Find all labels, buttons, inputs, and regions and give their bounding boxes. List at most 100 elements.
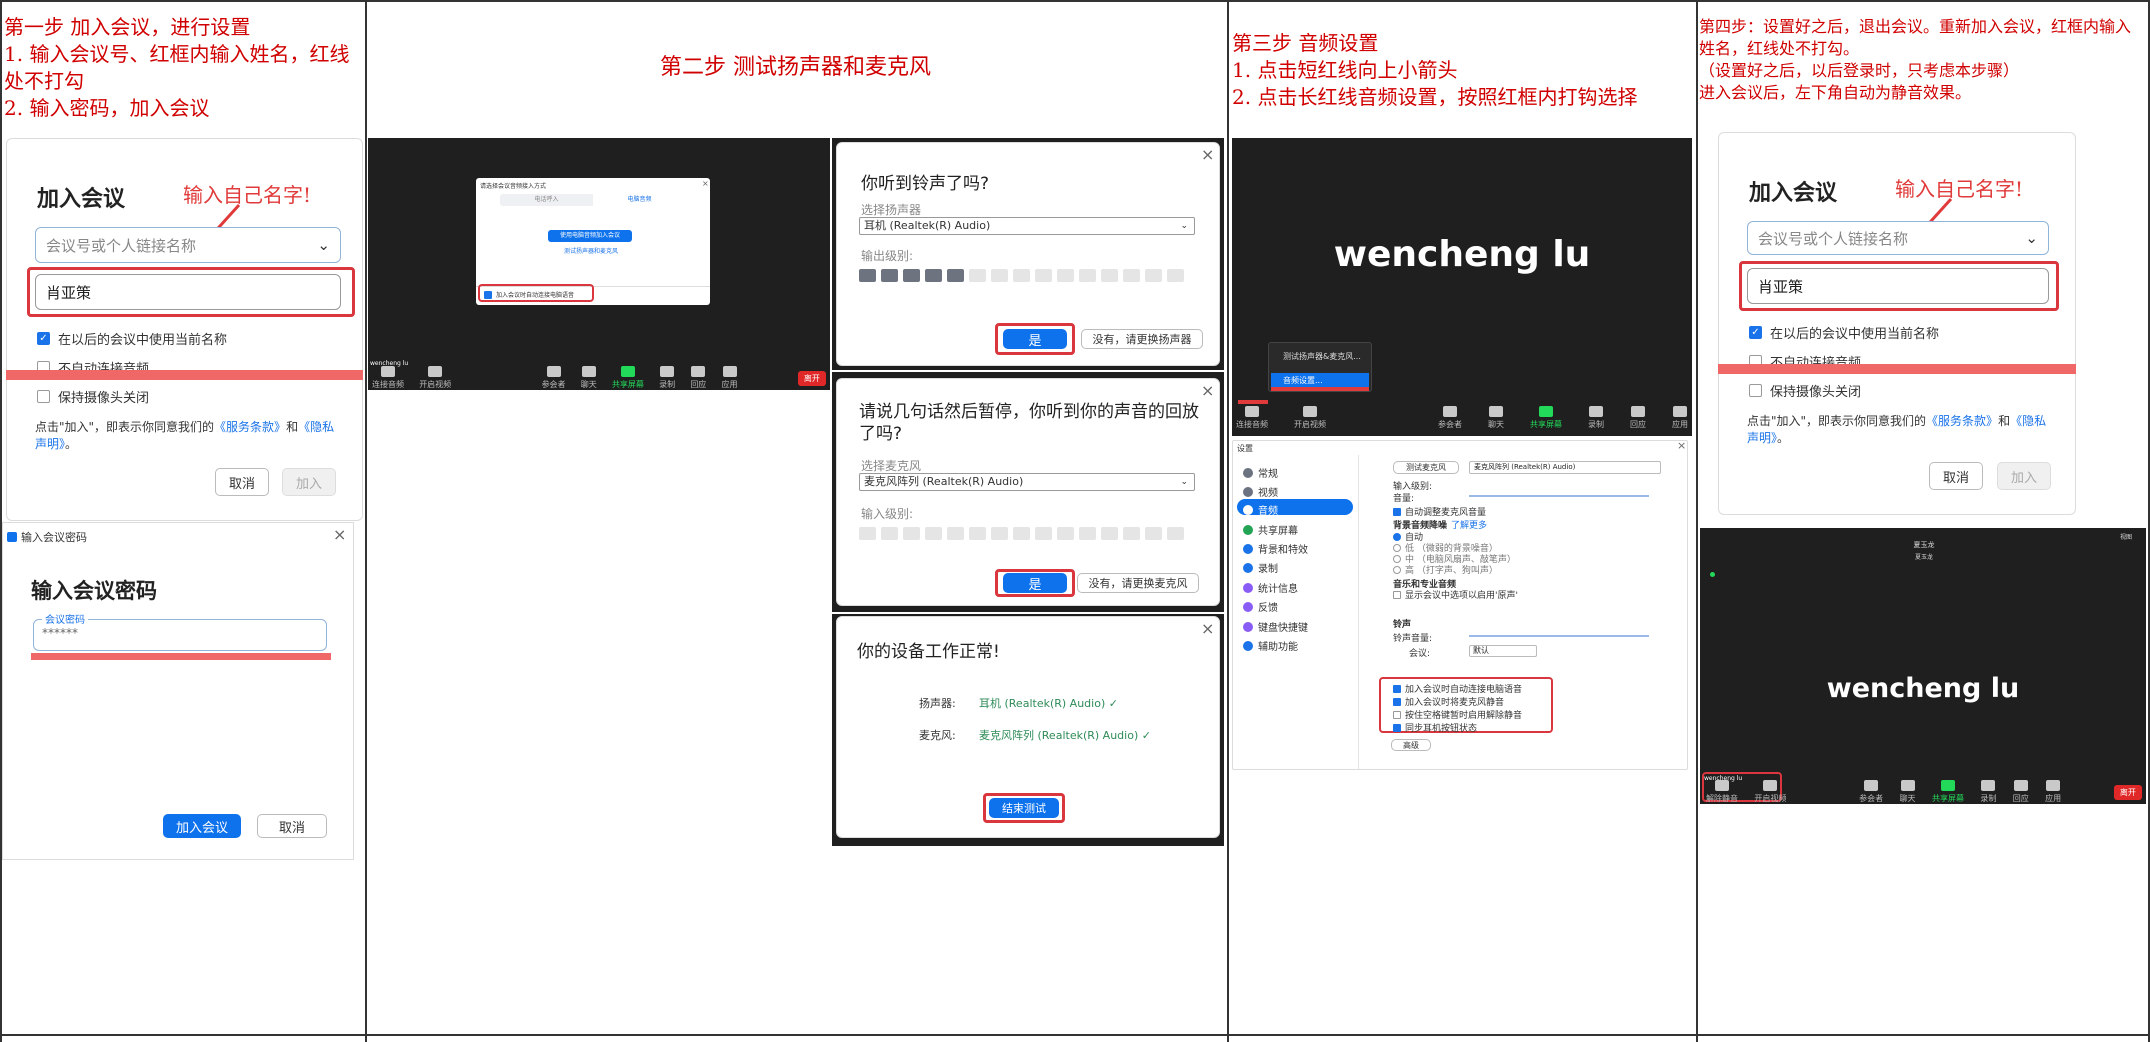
toolbar-chat[interactable]: 聊天 (1488, 406, 1504, 430)
toolbar-reactions[interactable]: 回应 (690, 366, 706, 390)
nav-statistics[interactable]: 统计信息 (1243, 580, 1298, 595)
test-mic-button[interactable]: 测试麦克风 (1393, 461, 1459, 474)
toolbar-chat[interactable]: 聊天 (581, 366, 597, 390)
toolbar-chat[interactable]: 聊天 (1900, 780, 1916, 804)
remember-name-checkbox[interactable]: ✓ 在以后的会议中使用当前名称 (37, 329, 227, 348)
toolbar-record[interactable]: 录制 (1980, 780, 1996, 804)
toolbar-share[interactable]: 共享屏幕 (1530, 406, 1562, 430)
volume-slider[interactable] (1469, 495, 1649, 497)
ring-select[interactable]: 默认 (1469, 645, 1537, 657)
mic-no-button[interactable]: 没有，请更换麦克风 (1077, 573, 1199, 593)
leave-button[interactable]: 离开 (2113, 784, 2142, 800)
toolbar-unmute[interactable]: 解除静音 (1706, 780, 1738, 804)
chevron-down-icon[interactable]: ⌄ (2025, 229, 2038, 247)
toolbar-record[interactable]: 录制 (1588, 406, 1604, 430)
password-input[interactable]: 会议密码 ****** (33, 611, 327, 651)
video-icon (428, 366, 443, 377)
speaker-select[interactable]: 耳机 (Realtek(R) Audio) ⌄ (859, 217, 1195, 235)
password-window-title: 输入会议密码 (7, 529, 87, 545)
toolbar-reactions[interactable]: 回应 (1630, 406, 1646, 430)
toolbar-participants[interactable]: 参会者 (542, 366, 566, 390)
toolbar-connect-audio[interactable]: 连接音频 (372, 366, 404, 390)
terms-link[interactable]: 《服务条款》 (214, 420, 286, 434)
join-button[interactable]: 加入 (1997, 462, 2051, 490)
chevron-down-icon[interactable]: ⌄ (317, 236, 330, 254)
close-icon[interactable]: × (1201, 381, 1214, 400)
speaker-yes-button[interactable]: 是 (1003, 329, 1067, 349)
password-heading: 输入会议密码 (31, 579, 157, 603)
remember-name-checkbox[interactable]: ✓ 在以后的会议中使用当前名称 (1749, 323, 1939, 342)
nav-share[interactable]: 共享屏幕 (1243, 522, 1298, 537)
meeting-id-input[interactable]: 会议号或个人链接名称 ⌄ (35, 227, 341, 263)
step3-title: 第三步 音频设置 (1232, 31, 1379, 55)
close-icon[interactable]: × (1201, 145, 1214, 164)
toolbar-participants[interactable]: 参会者 (1438, 406, 1462, 430)
view-button[interactable]: 视图 (2120, 532, 2132, 541)
sync-headset-checkbox[interactable]: 同步耳机按钮状态 (1393, 721, 1477, 734)
toolbar-share[interactable]: 共享屏幕 (612, 366, 644, 390)
checkmark-icon (1393, 723, 1401, 732)
nav-feedback[interactable]: 反馈 (1243, 599, 1278, 614)
mic-device-select[interactable]: 麦克风阵列 (Realtek(R) Audio) (1469, 461, 1661, 474)
close-icon[interactable]: × (1201, 619, 1214, 638)
join-meeting-button[interactable]: 加入会议 (163, 814, 241, 838)
test-speaker-mic-link[interactable]: 测试扬声器和麦克风 (546, 246, 636, 255)
camera-off-checkbox[interactable]: 保持摄像头关闭 (1749, 381, 1861, 400)
toolbar-video[interactable]: 开启视频 (1294, 406, 1326, 430)
nav-video[interactable]: 视频 (1243, 484, 1278, 499)
toolbar-apps[interactable]: 应用 (1672, 406, 1688, 430)
close-icon[interactable]: × (702, 179, 709, 188)
cancel-button[interactable]: 取消 (1929, 462, 1983, 490)
mute-mic-checkbox[interactable]: 加入会议时将麦克风静音 (1393, 695, 1504, 708)
audio-join-popup: 请选择会议音频接入方式 × 电话呼入 电脑音频 使用电脑音频加入会议 测试扬声器… (476, 178, 710, 305)
tab-computer-audio[interactable]: 电脑音频 (593, 194, 686, 206)
nav-audio[interactable]: 音频 (1243, 502, 1278, 517)
name-input[interactable]: 肖亚策 (1747, 268, 2049, 304)
toolbar-video[interactable]: 开启视频 (1754, 780, 1786, 804)
nav-accessibility[interactable]: 辅助功能 (1243, 638, 1298, 653)
toolbar-apps[interactable]: 应用 (722, 366, 738, 390)
toolbar-share[interactable]: 共享屏幕 (1932, 780, 1964, 804)
mic-yes-button[interactable]: 是 (1003, 573, 1067, 593)
meeting-id-input[interactable]: 会议号或个人链接名称 ⌄ (1747, 221, 2049, 255)
mic-select[interactable]: 麦克风阵列 (Realtek(R) Audio) ⌄ (859, 473, 1195, 491)
record-icon (1981, 780, 1996, 791)
nav-record[interactable]: 录制 (1243, 560, 1278, 575)
advanced-button[interactable]: 高级 (1391, 739, 1431, 751)
background-icon (1243, 543, 1253, 554)
nav-shortcuts[interactable]: 键盘快捷键 (1243, 619, 1308, 634)
finish-test-button[interactable]: 结束测试 (989, 798, 1059, 818)
toolbar-participants[interactable]: 参会者 (1859, 780, 1883, 804)
toolbar-record[interactable]: 录制 (659, 366, 675, 390)
toolbar-apps[interactable]: 应用 (2045, 780, 2061, 804)
close-icon[interactable]: × (1677, 439, 1686, 452)
speaker-select-label: 选择扬声器 (861, 203, 922, 217)
ring-volume-slider[interactable] (1469, 635, 1649, 637)
leave-button[interactable]: 离开 (797, 370, 826, 386)
cancel-button[interactable]: 取消 (215, 468, 269, 496)
speaker-no-button[interactable]: 没有，请更换扬声器 (1081, 329, 1203, 349)
password-cancel-button[interactable]: 取消 (257, 814, 327, 838)
auto-audio-checkbox[interactable]: 加入会议时自动连接电脑语音 (1393, 682, 1522, 695)
learn-more-link[interactable]: 了解更多 (1451, 518, 1487, 531)
toolbar-connect-audio[interactable]: 连接音频 (1236, 406, 1268, 430)
nav-background[interactable]: 背景和特效 (1243, 541, 1308, 556)
record-icon (1243, 562, 1253, 573)
space-unmute-checkbox[interactable]: 按住空格键暂时启用解除静音 (1393, 708, 1522, 721)
tab-phone[interactable]: 电话呼入 (500, 194, 593, 206)
terms-link[interactable]: 《服务条款》 (1926, 414, 1998, 428)
join-computer-audio-button[interactable]: 使用电脑音频加入会议 (548, 230, 632, 242)
camera-off-checkbox[interactable]: 保持摄像头关闭 (37, 387, 149, 406)
name-input[interactable]: 肖亚策 (35, 274, 341, 310)
noise-high-radio[interactable]: 高 （打字声、狗叫声） (1393, 563, 1498, 576)
join-button[interactable]: 加入 (282, 468, 336, 496)
menu-audio-settings[interactable]: 音频设置... (1283, 375, 1323, 386)
menu-test-speaker-mic[interactable]: 测试扬声器&麦克风... (1283, 351, 1361, 362)
toolbar-reactions[interactable]: 回应 (2013, 780, 2029, 804)
col-border-3 (1696, 0, 1698, 1042)
toolbar-video[interactable]: 开启视频 (419, 366, 451, 390)
music-option[interactable]: 显示会议中选项以启用'原声' (1393, 588, 1518, 601)
auto-adjust-checkbox[interactable]: 自动调整麦克风音量 (1393, 505, 1486, 518)
nav-general[interactable]: 常规 (1243, 465, 1278, 480)
close-icon[interactable]: × (333, 525, 346, 544)
